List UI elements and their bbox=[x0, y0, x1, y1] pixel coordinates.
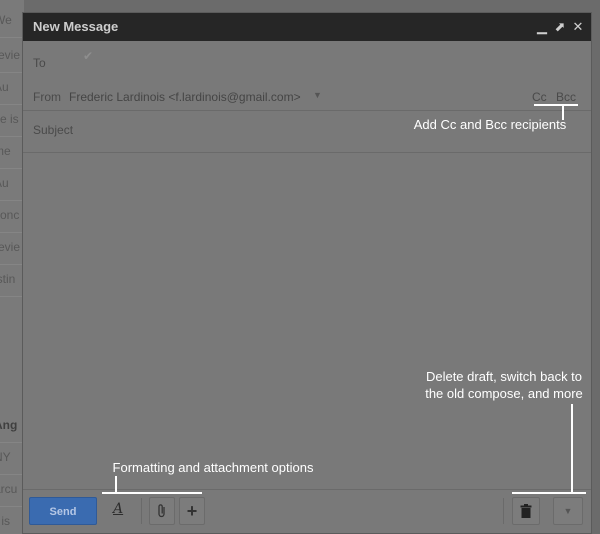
list-item: revie bbox=[0, 38, 24, 73]
plus-icon: + bbox=[186, 501, 198, 521]
list-item: Ang bbox=[0, 408, 24, 443]
callout-text-line: Delete draft, switch back to bbox=[425, 369, 583, 384]
list-item: NY bbox=[0, 440, 24, 475]
compose-toolbar: Send A + ▼ bbox=[23, 489, 591, 533]
message-body[interactable] bbox=[23, 153, 591, 489]
callout-more-options: Delete draft, switch back to the old com… bbox=[414, 368, 594, 402]
list-item: ve is bbox=[0, 102, 24, 137]
list-item: We bbox=[0, 3, 24, 38]
from-row: From Frederic Lardinois <f.lardinois@gma… bbox=[23, 79, 591, 111]
callout-line bbox=[512, 492, 586, 494]
chevron-down-icon[interactable]: ▼ bbox=[313, 90, 322, 100]
to-label: To bbox=[33, 56, 46, 70]
callout-cc-bcc: Add Cc and Bcc recipients bbox=[413, 117, 567, 132]
list-item: me bbox=[0, 134, 24, 169]
discard-draft-button[interactable] bbox=[512, 497, 540, 525]
popout-icon[interactable]: ⬈ bbox=[553, 13, 567, 41]
list-item: istin bbox=[0, 262, 24, 297]
bcc-link[interactable]: Bcc bbox=[556, 90, 576, 104]
divider bbox=[503, 498, 504, 524]
callout-line bbox=[102, 492, 202, 494]
callout-line bbox=[534, 104, 578, 106]
to-field[interactable]: To ✔ bbox=[23, 41, 591, 79]
list-item: conc bbox=[0, 198, 24, 233]
callout-line bbox=[115, 476, 117, 492]
send-button[interactable]: Send bbox=[29, 497, 97, 525]
from-label: From bbox=[33, 90, 61, 104]
callout-line bbox=[562, 106, 564, 120]
from-select[interactable]: Frederic Lardinois <f.lardinois@gmail.co… bbox=[69, 90, 301, 104]
callout-formatting: Formatting and attachment options bbox=[112, 460, 314, 475]
list-item: r is bbox=[0, 504, 24, 534]
more-menu-button[interactable]: ▼ bbox=[553, 497, 583, 525]
compose-window: New Message ▁ ⬈ ✕ To ✔ From Frederic Lar… bbox=[22, 12, 592, 534]
list-item: Au bbox=[0, 70, 24, 105]
trash-icon bbox=[520, 504, 532, 518]
minimize-icon[interactable]: ▁ bbox=[535, 13, 549, 41]
divider bbox=[141, 498, 142, 524]
list-item: Au bbox=[0, 166, 24, 201]
callout-text-line: the old compose, and more bbox=[425, 386, 583, 401]
formatting-icon[interactable]: A bbox=[113, 501, 123, 517]
attach-button[interactable] bbox=[149, 497, 175, 525]
checkmark-icon: ✔ bbox=[83, 49, 94, 63]
cc-link[interactable]: Cc bbox=[532, 90, 547, 104]
more-options-button[interactable]: + bbox=[179, 497, 205, 525]
chevron-down-icon: ▼ bbox=[563, 506, 573, 516]
compose-title: New Message bbox=[33, 19, 119, 34]
paperclip-icon bbox=[158, 504, 165, 518]
callout-line bbox=[571, 404, 573, 492]
window-controls: ▁ ⬈ ✕ bbox=[535, 13, 585, 41]
subject-label: Subject bbox=[33, 123, 74, 137]
list-item: arcu bbox=[0, 472, 24, 507]
close-icon[interactable]: ✕ bbox=[571, 13, 585, 41]
background-inbox-list: We revie Au ve is me Au conc revie istin… bbox=[0, 0, 24, 534]
compose-titlebar[interactable]: New Message ▁ ⬈ ✕ bbox=[23, 13, 591, 41]
list-item: revie bbox=[0, 230, 24, 265]
